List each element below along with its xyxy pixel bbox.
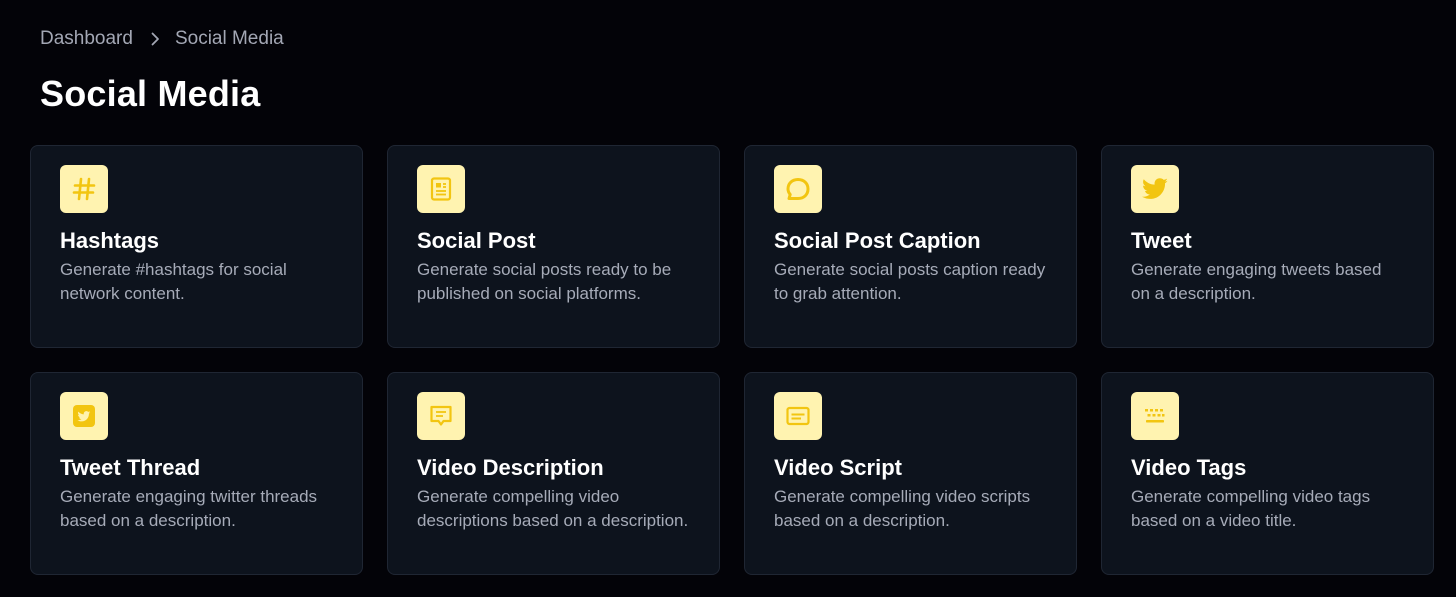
card-social-post-caption[interactable]: Social Post Caption Generate social post… — [744, 145, 1077, 348]
card-title: Tweet — [1131, 228, 1192, 253]
chat-bubble-icon — [774, 165, 822, 213]
card-video-script[interactable]: Video Script Generate compelling video s… — [744, 372, 1077, 575]
card-title: Video Script — [774, 455, 902, 480]
card-description: Generate social posts ready to be publis… — [417, 260, 672, 303]
card-title: Tweet Thread — [60, 455, 201, 480]
subtitles-icon — [774, 392, 822, 440]
card-description: Generate engaging tweets based on a desc… — [1131, 260, 1382, 303]
breadcrumb-current: Social Media — [174, 28, 284, 49]
page: Dashboard Social Media Social Media Hash… — [0, 0, 1456, 597]
card-description: Generate #hashtags for social network co… — [60, 260, 287, 303]
card-description: Generate compelling video tags based on … — [1131, 487, 1371, 530]
card-tweet[interactable]: Tweet Generate engaging tweets based on … — [1101, 145, 1434, 348]
article-icon — [417, 165, 465, 213]
page-title: Social Media — [40, 73, 261, 114]
chevron-right-icon — [147, 31, 163, 47]
hashtag-icon — [60, 165, 108, 213]
keyboard-icon — [1131, 392, 1179, 440]
card-description: Generate compelling video descriptions b… — [417, 487, 689, 530]
card-title: Video Description — [417, 455, 604, 480]
tool-grid: Hashtags Generate #hashtags for social n… — [30, 145, 1434, 575]
card-hashtags[interactable]: Hashtags Generate #hashtags for social n… — [30, 145, 363, 348]
card-tweet-thread[interactable]: Tweet Thread Generate engaging twitter t… — [30, 372, 363, 575]
card-video-description[interactable]: Video Description Generate compelling vi… — [387, 372, 720, 575]
card-video-tags[interactable]: Video Tags Generate compelling video tag… — [1101, 372, 1434, 575]
card-description: Generate compelling video scripts based … — [774, 487, 1031, 530]
card-title: Social Post Caption — [774, 228, 981, 253]
card-description: Generate engaging twitter threads based … — [60, 487, 318, 530]
breadcrumb: Dashboard Social Media — [40, 27, 284, 51]
breadcrumb-dashboard-link[interactable]: Dashboard — [40, 28, 133, 50]
card-title: Hashtags — [60, 228, 160, 253]
card-title: Social Post — [417, 228, 536, 253]
card-description: Generate social posts caption ready to g… — [774, 260, 1046, 303]
twitter-square-icon — [60, 392, 108, 440]
card-social-post[interactable]: Social Post Generate social posts ready … — [387, 145, 720, 348]
twitter-icon — [1131, 165, 1179, 213]
card-title: Video Tags — [1131, 455, 1247, 480]
message-icon — [417, 392, 465, 440]
